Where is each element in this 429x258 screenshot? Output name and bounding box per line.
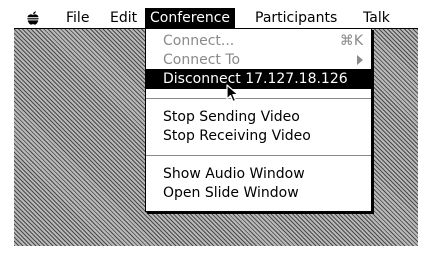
menu-separator [146,155,371,156]
conference-dropdown-menu: Connect... ⌘K Connect To Disconnect 17.1… [145,28,372,212]
menu-item-stop-receiving-video[interactable]: Stop Receiving Video [146,126,371,146]
menu-participants[interactable]: Participants [250,8,342,28]
submenu-arrow-icon [357,55,363,65]
menu-item-stop-sending-video[interactable]: Stop Sending Video [146,107,371,127]
menu-item-disconnect-label: Disconnect 17.127.18.126 [163,71,348,87]
menu-item-connect-to-label: Connect To [163,52,241,68]
shortcut-cmd-k: ⌘K [339,33,363,49]
menu-file[interactable]: File [61,8,94,28]
menu-conference[interactable]: Conference [145,8,236,28]
arrow-pointer-icon [226,84,239,103]
menu-item-connect[interactable]: Connect... ⌘K [146,31,371,51]
menu-item-disconnect[interactable]: Disconnect 17.127.18.126 [146,69,371,89]
menu-item-connect-to[interactable]: Connect To [146,50,371,70]
screen: File Edit Conference Participants Talk C… [0,0,429,258]
menu-item-show-audio-window[interactable]: Show Audio Window [146,164,371,184]
menu-edit[interactable]: Edit [105,8,142,28]
menu-talk[interactable]: Talk [358,8,395,28]
menu-item-open-slide-label: Open Slide Window [163,185,299,201]
menu-item-connect-label: Connect... [163,33,235,49]
menu-item-stop-receiving-label: Stop Receiving Video [163,128,311,144]
apple-icon[interactable] [25,10,41,26]
menu-bar: File Edit Conference Participants Talk [14,8,418,29]
menu-item-stop-sending-label: Stop Sending Video [163,109,300,125]
menu-item-open-slide-window[interactable]: Open Slide Window [146,183,371,203]
menu-separator [146,98,371,99]
menu-item-show-audio-label: Show Audio Window [163,166,305,182]
